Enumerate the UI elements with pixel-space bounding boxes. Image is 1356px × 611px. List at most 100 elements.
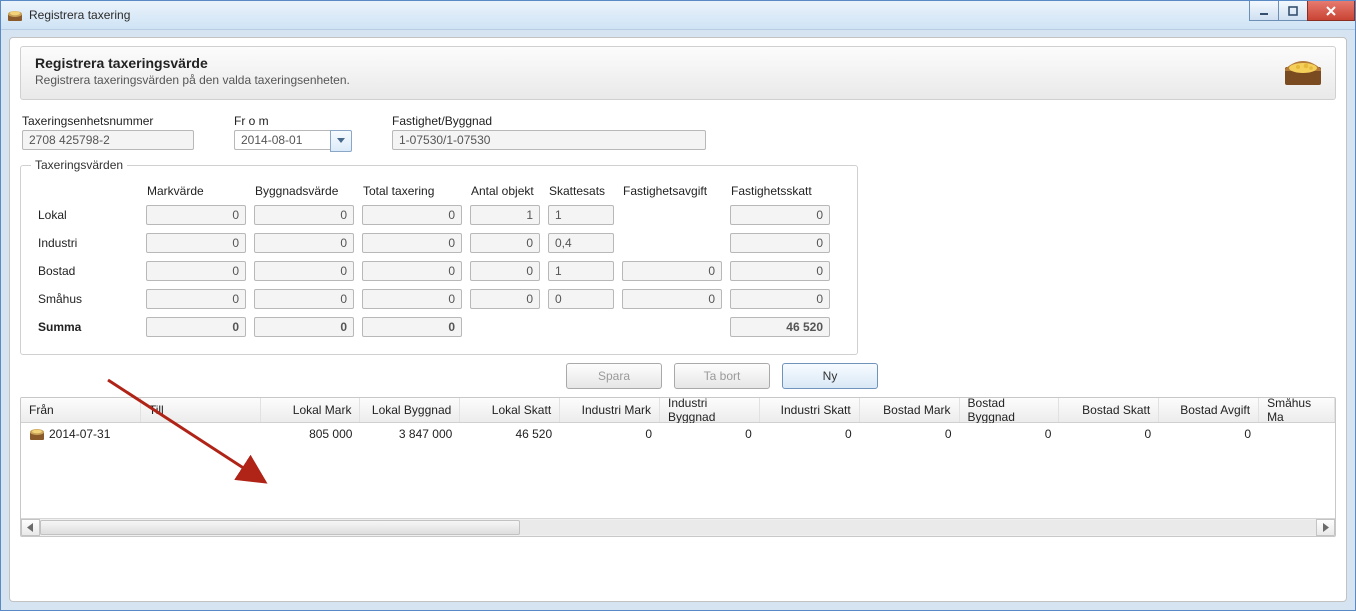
from-date-input[interactable]	[234, 130, 330, 150]
row-industri-label: Industri	[37, 232, 139, 254]
bostad-mark[interactable]: 0	[146, 261, 246, 281]
smahus-sats[interactable]: 0	[548, 289, 614, 309]
bostad-total[interactable]: 0	[362, 261, 462, 281]
smahus-bygg[interactable]: 0	[254, 289, 354, 309]
list-body[interactable]: 2014-07-31 805 000 3 847 000 46 520 0 0 …	[21, 423, 1335, 518]
row-bostad-label: Bostad	[37, 260, 139, 282]
tax-legend: Taxeringsvärden	[31, 158, 127, 172]
lokal-sats[interactable]: 1	[548, 205, 614, 225]
smahus-avgift[interactable]: 0	[622, 289, 722, 309]
from-date-dropdown[interactable]	[330, 130, 352, 152]
summa-skatt: 46 520	[730, 317, 830, 337]
window-title: Registrera taxering	[29, 8, 130, 22]
hdr-bo-bygg[interactable]: Bostad Byggnad	[960, 398, 1060, 422]
cell-ind-bygg: 0	[660, 427, 760, 441]
tax-values-group: Taxeringsvärden Markvärde Byggnadsvärde …	[20, 158, 858, 355]
hdr-ind-skatt[interactable]: Industri Skatt	[760, 398, 860, 422]
cell-bo-mark: 0	[860, 427, 960, 441]
industri-skatt[interactable]: 0	[730, 233, 830, 253]
smahus-antal[interactable]: 0	[470, 289, 540, 309]
hdr-bo-mark[interactable]: Bostad Mark	[860, 398, 960, 422]
hdr-ind-bygg[interactable]: Industri Byggnad	[660, 398, 760, 422]
lokal-antal[interactable]: 1	[470, 205, 540, 225]
save-button[interactable]: Spara	[566, 363, 662, 389]
window-buttons	[1250, 1, 1355, 21]
field-property: Fastighet/Byggnad	[392, 114, 706, 152]
cell-bo-avgift: 0	[1159, 427, 1259, 441]
hdr-lokal-mark[interactable]: Lokal Mark	[261, 398, 361, 422]
scroll-left-button[interactable]	[21, 519, 40, 536]
from-label: Fr o m	[234, 114, 352, 128]
scroll-track[interactable]	[40, 520, 1316, 535]
cell-bo-skatt: 0	[1059, 427, 1159, 441]
horizontal-scrollbar[interactable]	[21, 518, 1335, 536]
close-button[interactable]	[1307, 1, 1355, 21]
col-avgift: Fastighetsavgift	[621, 184, 723, 198]
scroll-thumb[interactable]	[40, 520, 520, 535]
chest-icon	[29, 427, 45, 441]
smahus-total[interactable]: 0	[362, 289, 462, 309]
maximize-button[interactable]	[1278, 1, 1308, 21]
unit-input[interactable]	[22, 130, 194, 150]
titlebar[interactable]: Registrera taxering	[1, 1, 1355, 30]
cell-lokal-bygg: 3 847 000	[360, 427, 460, 441]
industri-sats[interactable]: 0,4	[548, 233, 614, 253]
lokal-total[interactable]: 0	[362, 205, 462, 225]
new-button[interactable]: Ny	[782, 363, 878, 389]
chest-icon	[1281, 53, 1325, 89]
summa-bygg: 0	[254, 317, 354, 337]
row-smahus-label: Småhus	[37, 288, 139, 310]
bostad-sats[interactable]: 1	[548, 261, 614, 281]
unit-label: Taxeringsenhetsnummer	[22, 114, 194, 128]
header-band: Registrera taxeringsvärde Registrera tax…	[20, 46, 1336, 100]
bostad-avgift[interactable]: 0	[622, 261, 722, 281]
cell-from: 2014-07-31	[21, 427, 141, 441]
smahus-mark[interactable]: 0	[146, 289, 246, 309]
property-input[interactable]	[392, 130, 706, 150]
field-from: Fr o m	[234, 114, 352, 152]
col-mark: Markvärde	[145, 184, 247, 198]
tax-grid: Markvärde Byggnadsvärde Total taxering A…	[31, 178, 837, 344]
triangle-right-icon	[1322, 523, 1329, 532]
hdr-till[interactable]: Till	[141, 398, 261, 422]
bostad-skatt[interactable]: 0	[730, 261, 830, 281]
lokal-mark[interactable]: 0	[146, 205, 246, 225]
smahus-skatt[interactable]: 0	[730, 289, 830, 309]
minimize-icon	[1258, 5, 1270, 17]
industri-mark[interactable]: 0	[146, 233, 246, 253]
hdr-lokal-bygg[interactable]: Lokal Byggnad	[360, 398, 460, 422]
industri-antal[interactable]: 0	[470, 233, 540, 253]
page-subtitle: Registrera taxeringsvärden på den valda …	[35, 73, 350, 87]
cell-lokal-skatt: 46 520	[460, 427, 560, 441]
hdr-sm-mark[interactable]: Småhus Ma	[1259, 398, 1335, 422]
hdr-lokal-skatt[interactable]: Lokal Skatt	[460, 398, 560, 422]
delete-button[interactable]: Ta bort	[674, 363, 770, 389]
triangle-left-icon	[27, 523, 34, 532]
scroll-right-button[interactable]	[1316, 519, 1335, 536]
lokal-skatt[interactable]: 0	[730, 205, 830, 225]
summa-total: 0	[362, 317, 462, 337]
lokal-bygg[interactable]: 0	[254, 205, 354, 225]
industri-bygg[interactable]: 0	[254, 233, 354, 253]
window: Registrera taxering Registrera taxerings…	[0, 0, 1356, 611]
property-label: Fastighet/Byggnad	[392, 114, 706, 128]
hdr-from[interactable]: Från	[21, 398, 141, 422]
hdr-bo-avgift[interactable]: Bostad Avgift	[1159, 398, 1259, 422]
row-summa-label: Summa	[37, 316, 139, 338]
col-skatt: Fastighetsskatt	[729, 184, 831, 198]
minimize-button[interactable]	[1249, 1, 1279, 21]
cell-ind-mark: 0	[560, 427, 660, 441]
col-total: Total taxering	[361, 184, 463, 198]
hdr-bo-skatt[interactable]: Bostad Skatt	[1059, 398, 1159, 422]
list-row[interactable]: 2014-07-31 805 000 3 847 000 46 520 0 0 …	[21, 423, 1335, 445]
top-fields: Taxeringsenhetsnummer Fr o m Fastighet/B…	[22, 114, 1336, 152]
maximize-icon	[1287, 5, 1299, 17]
bostad-antal[interactable]: 0	[470, 261, 540, 281]
button-row: Spara Ta bort Ny	[566, 363, 1336, 389]
field-unit: Taxeringsenhetsnummer	[22, 114, 194, 152]
industri-total[interactable]: 0	[362, 233, 462, 253]
bostad-bygg[interactable]: 0	[254, 261, 354, 281]
col-antal: Antal objekt	[469, 184, 541, 198]
cell-bo-bygg: 0	[960, 427, 1060, 441]
hdr-ind-mark[interactable]: Industri Mark	[560, 398, 660, 422]
